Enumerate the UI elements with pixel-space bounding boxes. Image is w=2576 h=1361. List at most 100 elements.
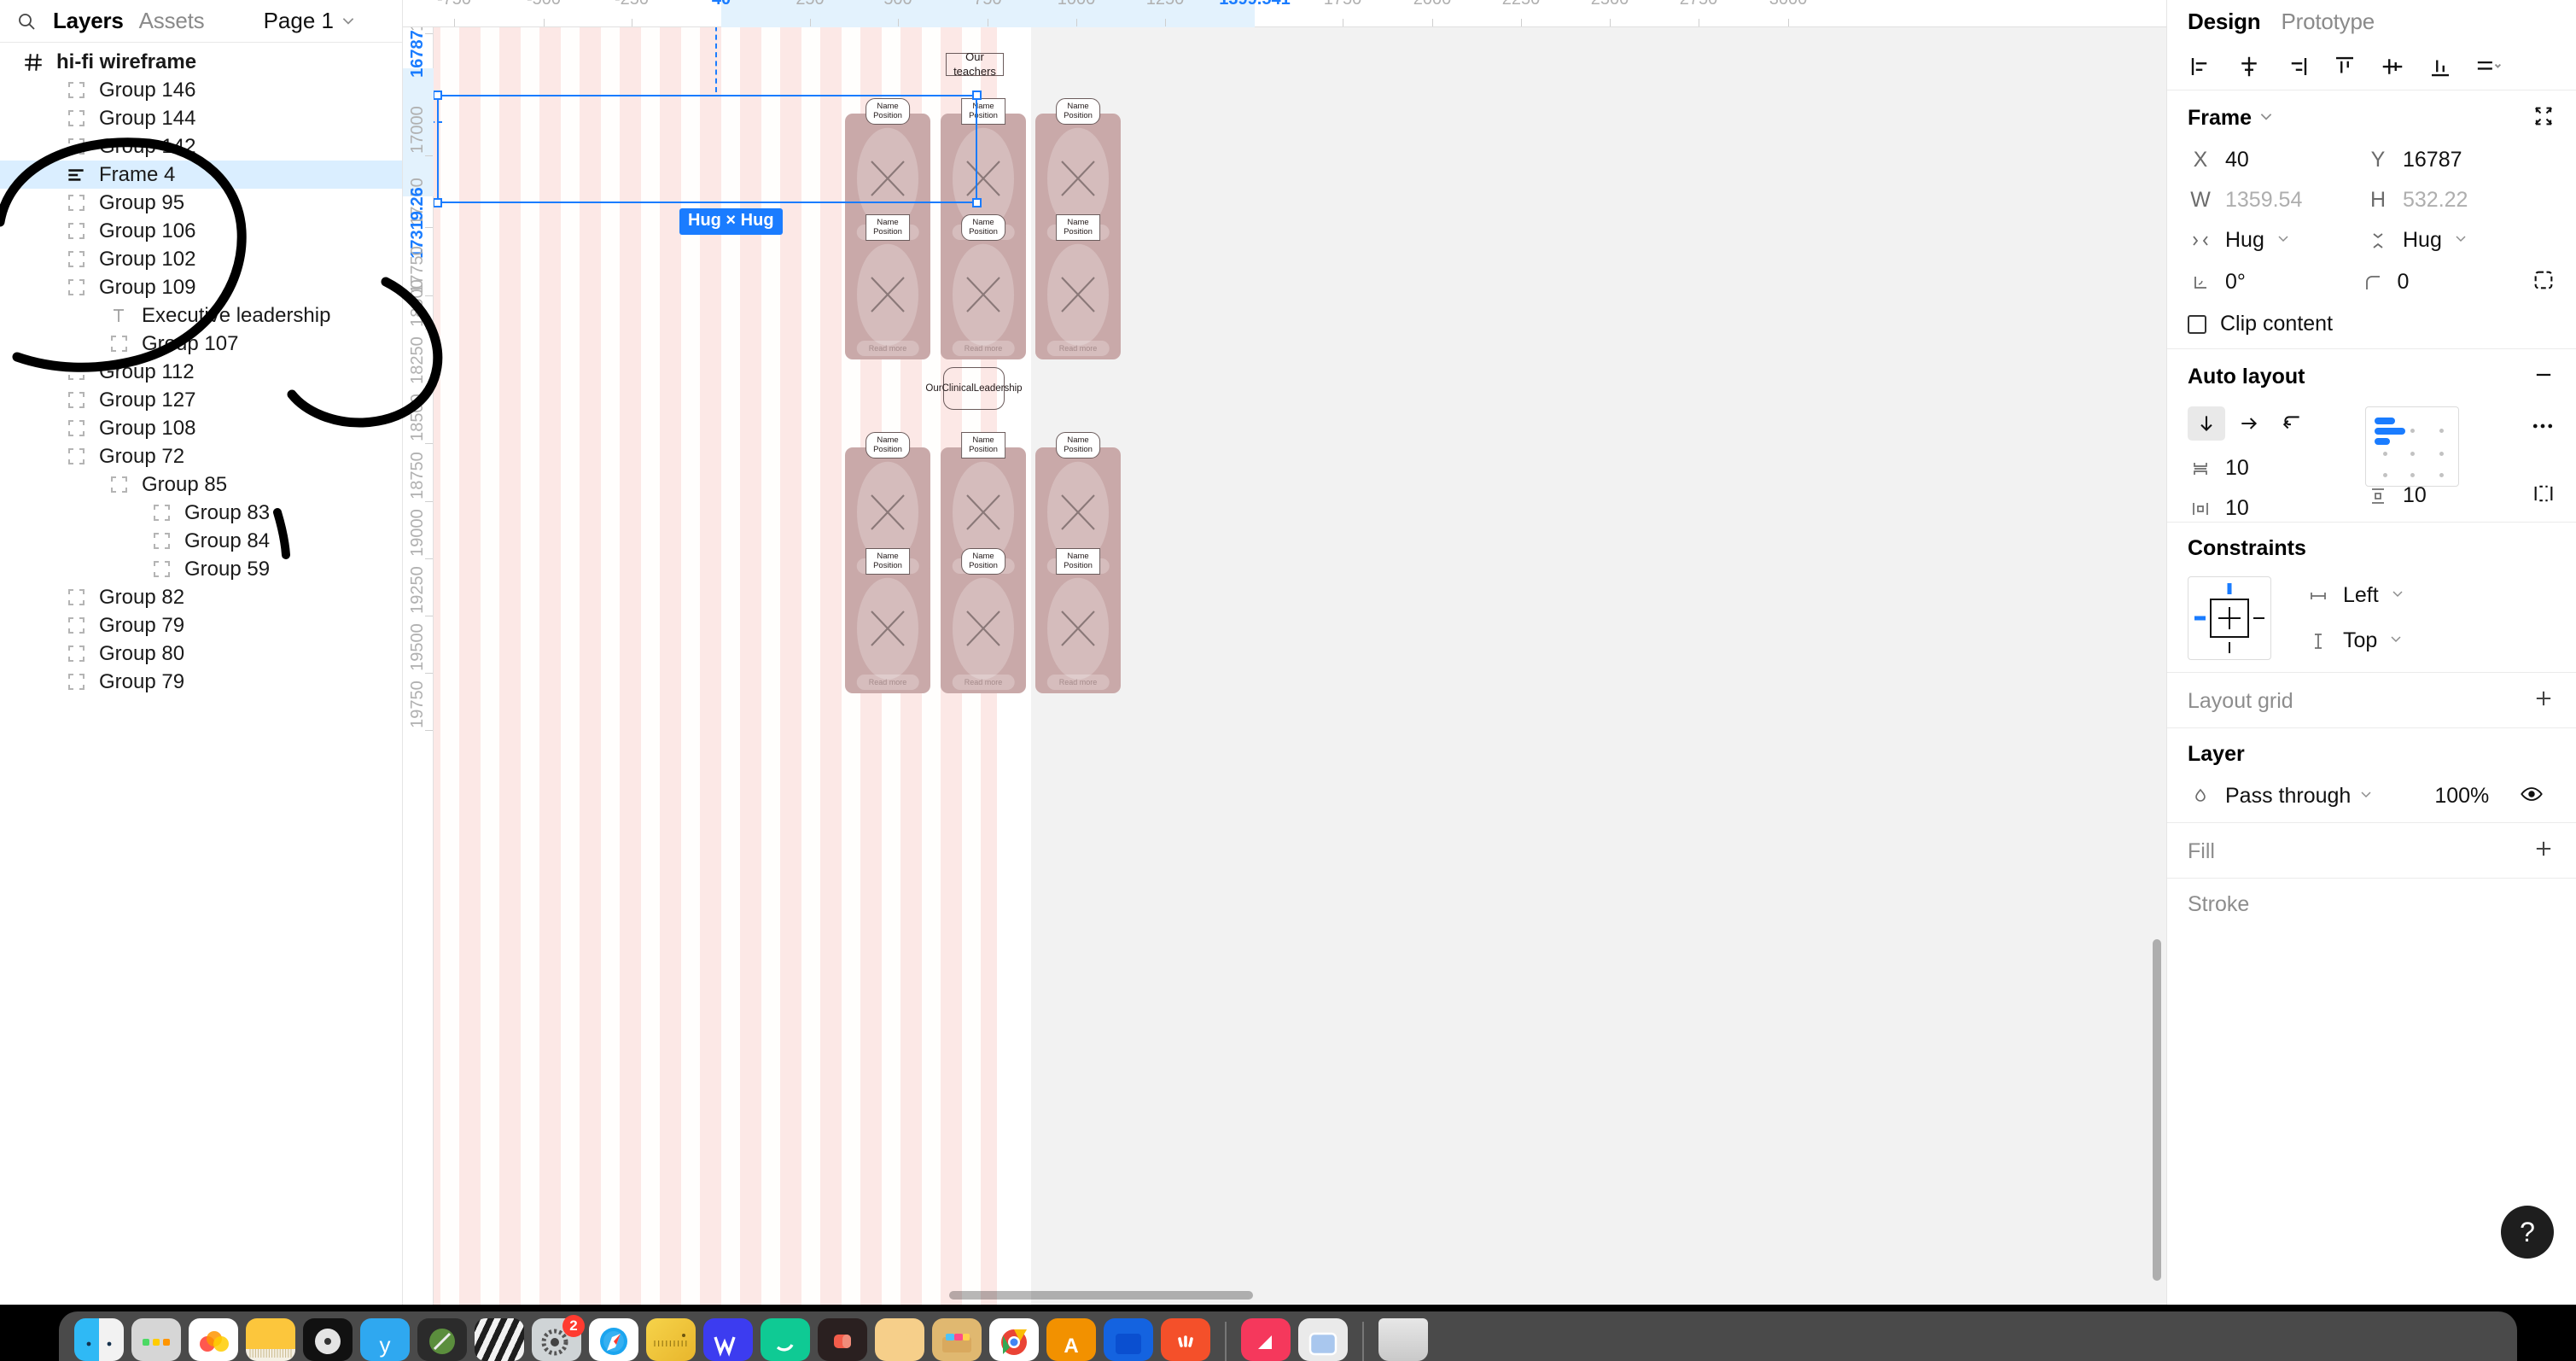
dock-icon-preview[interactable] [1298,1318,1348,1361]
layer-row-group-142[interactable]: Group 142 [0,132,402,161]
layout-direction-horizontal[interactable] [2230,406,2268,441]
team-member-card[interactable]: Read moreNamePosition [845,98,930,243]
dock-icon-blue-app[interactable] [1104,1318,1153,1361]
dock-icon-notes[interactable] [246,1318,295,1361]
layer-row-group-102[interactable]: Group 102 [0,245,402,273]
clip-content-row[interactable]: Clip content [2188,312,2556,336]
layout-direction-wrap[interactable] [2273,406,2311,441]
layer-row-group-144[interactable]: Group 144 [0,104,402,132]
dock-icon-keynote[interactable] [1241,1318,1291,1361]
chevron-down-icon[interactable] [2258,108,2274,128]
dock-icon-files[interactable] [932,1318,982,1361]
layer-row-group-112[interactable]: Group 112 [0,358,402,386]
layer-row-group-83[interactable]: Group 83 [0,499,402,527]
align-right-icon[interactable] [2278,50,2316,84]
opacity-value[interactable]: 100% [2434,784,2489,809]
rotation-field[interactable]: 0° [2188,270,2360,295]
layer-row-group-108[interactable]: Group 108 [0,414,402,442]
blend-mode-value[interactable]: Pass through [2225,784,2351,809]
x-field[interactable]: X 40 [2188,148,2365,172]
minus-icon[interactable] [2532,363,2556,391]
team-member-card[interactable]: Read moreNamePosition [941,432,1026,577]
horizontal-resize-field[interactable]: Hug [2188,228,2365,253]
read-more-button[interactable]: Read more [952,341,1015,356]
dock-icon-final-cut[interactable] [475,1318,524,1361]
height-field[interactable]: H 532.22 [2365,188,2543,213]
dock-icon-mint[interactable] [761,1318,810,1361]
corner-radius-field[interactable]: 0 [2360,270,2532,295]
layer-row-group-107[interactable]: Group 107 [0,330,402,358]
vertical-constraint-field[interactable]: Top [2305,628,2483,653]
dock-icon-launchpad[interactable] [131,1318,181,1361]
tab-assets[interactable]: Assets [139,8,205,34]
constraint-top-marker[interactable] [2227,583,2232,594]
layer-row-frame-4[interactable]: Frame 4 [0,161,402,189]
read-more-button[interactable]: Read more [1046,675,1110,690]
page-selector[interactable]: Page 1 [264,8,387,34]
dock-icon-easel[interactable] [875,1318,924,1361]
design-canvas[interactable]: Our teachers OurClinicalLeadership Read mo… [403,0,2166,1305]
tab-prototype[interactable]: Prototype [2281,9,2375,35]
dock-icon-trash[interactable] [1378,1318,1428,1361]
align-vertical-center-icon[interactable] [2374,50,2411,84]
dock-icon-safari[interactable] [589,1318,638,1361]
align-bottom-icon[interactable] [2422,50,2459,84]
dock-icon-finder[interactable] [74,1318,124,1361]
layer-row-group-85[interactable]: Group 85 [0,470,402,499]
read-more-button[interactable]: Read more [856,341,919,356]
vertical-resize-field[interactable]: Hug [2365,228,2543,253]
layer-row-group-146[interactable]: Group 146 [0,76,402,104]
align-left-icon[interactable] [2183,50,2220,84]
layer-row-group-59[interactable]: Group 59 [0,555,402,583]
help-button[interactable]: ? [2501,1206,2554,1259]
horizontal-scrollbar[interactable] [949,1291,1253,1300]
search-icon[interactable] [15,10,38,32]
eye-icon[interactable] [2520,782,2544,810]
clip-content-checkbox[interactable] [2188,314,2206,334]
layer-row-group-80[interactable]: Group 80 [0,640,402,668]
y-field[interactable]: Y 16787 [2365,148,2543,172]
dock-icon-illustrator[interactable]: A [1046,1318,1096,1361]
layout-direction-vertical[interactable] [2188,406,2225,441]
layer-row-group-79[interactable]: Group 79 [0,668,402,696]
gap-field[interactable]: 10 [2188,456,2365,481]
layer-row-group-79[interactable]: Group 79 [0,611,402,640]
plus-icon[interactable] [2532,837,2556,866]
more-horizontal-icon[interactable] [2530,406,2556,443]
horizontal-padding-field[interactable]: 10 [2188,496,2365,521]
auto-layout-alignment-grid[interactable] [2365,406,2459,487]
layer-row-group-95[interactable]: Group 95 [0,189,402,217]
dock-icon-measure[interactable] [646,1318,696,1361]
read-more-button[interactable]: Read more [1046,341,1110,356]
layer-row-group-109[interactable]: Group 109 [0,273,402,301]
layer-row-group-106[interactable]: Group 106 [0,217,402,245]
vertical-padding-field[interactable]: 10 [2365,483,2493,508]
team-member-card[interactable]: Read moreNamePosition [845,432,930,577]
scale-to-fit-icon[interactable] [2532,104,2556,132]
team-member-card[interactable]: Read moreNamePosition [1035,432,1121,577]
layer-row-group-72[interactable]: Group 72 [0,442,402,470]
layer-row-group-84[interactable]: Group 84 [0,527,402,555]
width-field[interactable]: W 1359.54 [2188,188,2365,213]
distribute-icon[interactable] [2469,50,2507,84]
vertical-scrollbar[interactable] [2153,939,2161,1281]
dock-icon-obsidian[interactable] [818,1318,867,1361]
read-more-button[interactable]: Read more [856,675,919,690]
dock-icon-system-settings[interactable]: 2 [532,1315,585,1361]
align-horizontal-center-icon[interactable] [2230,50,2268,84]
constraint-left-marker[interactable] [2194,616,2206,621]
dock-icon-photos[interactable] [189,1318,238,1361]
layer-row-group-82[interactable]: Group 82 [0,583,402,611]
team-member-card[interactable]: Read moreNamePosition [1035,98,1121,243]
dock-icon-safari-technology-preview[interactable] [417,1318,467,1361]
dock-icon-music[interactable] [303,1318,353,1361]
constraint-right-marker[interactable] [2253,617,2264,619]
tab-design[interactable]: Design [2188,9,2261,35]
dock-icon-figma-jam[interactable] [1161,1318,1210,1361]
layer-row-file[interactable]: hi-fi wireframe [0,48,402,76]
read-more-button[interactable]: Read more [952,675,1015,690]
plus-icon[interactable] [2532,686,2556,716]
tab-layers[interactable]: Layers [53,8,124,34]
dock-icon-chrome[interactable] [989,1318,1039,1361]
wireframe-heading[interactable]: Our teachers [946,50,1004,78]
